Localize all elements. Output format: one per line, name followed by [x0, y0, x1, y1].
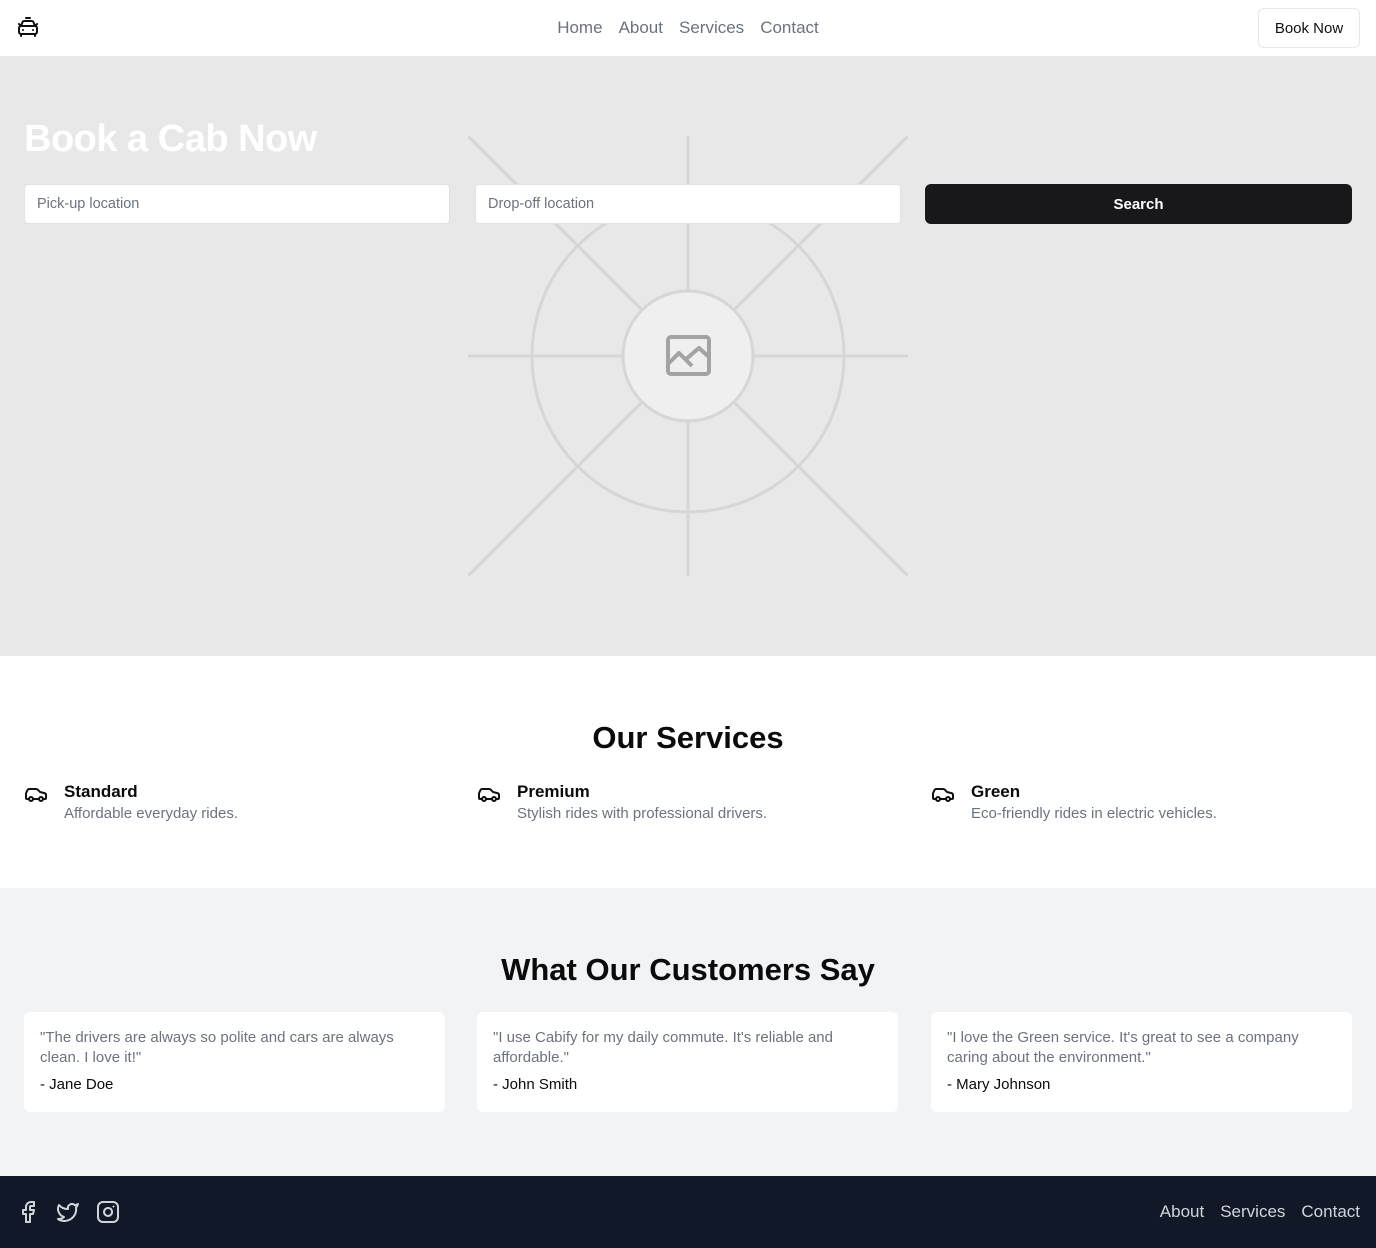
service-standard: Standard Affordable everyday rides.: [24, 782, 238, 824]
car-icon: [932, 788, 954, 802]
book-now-button[interactable]: Book Now: [1258, 8, 1360, 48]
testimonial-card: "I use Cabify for my daily commute. It's…: [477, 1012, 898, 1112]
hero-section: Book a Cab Now Search: [0, 56, 1376, 656]
testimonials-section: What Our Customers Say "The drivers are …: [0, 888, 1376, 1176]
services-title: Our Services: [592, 720, 784, 755]
testimonial-quote: "I love the Green service. It's great to…: [947, 1029, 1299, 1066]
service-description: Affordable everyday rides.: [64, 805, 238, 822]
hero-title: Book a Cab Now: [24, 118, 317, 160]
service-green: Green Eco-friendly rides in electric veh…: [931, 782, 1217, 824]
twitter-icon[interactable]: [56, 1200, 80, 1224]
nav-home-link[interactable]: Home: [557, 18, 602, 38]
site-footer: About Services Contact: [0, 1176, 1376, 1248]
site-header: Home About Services Contact Book Now: [0, 0, 1376, 56]
main-nav: Home About Services Contact: [0, 0, 1376, 56]
dropoff-location-input[interactable]: [475, 184, 901, 224]
footer-contact-link[interactable]: Contact: [1301, 1202, 1360, 1222]
testimonial-card: "I love the Green service. It's great to…: [931, 1012, 1352, 1112]
nav-contact-link[interactable]: Contact: [760, 18, 819, 38]
nav-services-link[interactable]: Services: [679, 18, 744, 38]
footer-about-link[interactable]: About: [1160, 1202, 1204, 1222]
service-description: Eco-friendly rides in electric vehicles.: [971, 805, 1217, 822]
service-premium: Premium Stylish rides with professional …: [477, 782, 767, 824]
instagram-icon[interactable]: [96, 1200, 120, 1224]
testimonial-quote: "I use Cabify for my daily commute. It's…: [493, 1029, 833, 1066]
car-icon: [478, 788, 500, 802]
footer-services-link[interactable]: Services: [1220, 1202, 1285, 1222]
service-name: Premium: [517, 782, 590, 801]
service-description: Stylish rides with professional drivers.: [517, 805, 768, 822]
nav-about-link[interactable]: About: [619, 18, 663, 38]
service-name: Green: [971, 782, 1021, 801]
pickup-location-input[interactable]: [24, 184, 450, 224]
testimonial-author: - John Smith: [493, 1076, 578, 1093]
car-icon: [25, 788, 47, 802]
search-button[interactable]: Search: [925, 184, 1352, 224]
testimonial-quote: "The drivers are always so polite and ca…: [40, 1029, 394, 1066]
footer-nav: About Services Contact: [1160, 1176, 1360, 1248]
service-name: Standard: [64, 782, 138, 801]
testimonial-author: - Mary Johnson: [947, 1076, 1051, 1093]
services-section: Our Services Standard Affordable everyda…: [0, 656, 1376, 888]
facebook-icon[interactable]: [16, 1200, 40, 1224]
testimonial-card: "The drivers are always so polite and ca…: [24, 1012, 445, 1112]
testimonials-title: What Our Customers Say: [501, 952, 875, 987]
testimonial-author: - Jane Doe: [40, 1076, 114, 1093]
